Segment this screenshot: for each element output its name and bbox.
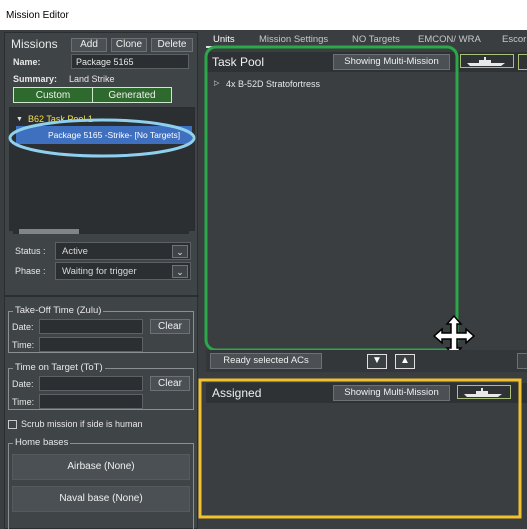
window-title: Mission Editor [0, 0, 527, 30]
clone-button[interactable]: Clone [111, 38, 147, 52]
mission-name-field[interactable]: Package 5165 [71, 54, 189, 69]
scrub-label: Scrub mission if side is human [21, 419, 143, 429]
status-label: Status : [15, 246, 46, 256]
ready-selected-button[interactable]: Ready selected ACs [210, 353, 322, 369]
divider [5, 295, 199, 297]
tot-clear-button[interactable]: Clear [150, 376, 190, 391]
takeoff-time-field[interactable] [39, 337, 143, 352]
chevron-down-icon: ▼ [372, 355, 382, 366]
summary-label: Summary: [13, 74, 58, 84]
takeoff-date-field[interactable] [39, 319, 143, 334]
takeoff-time-group: Take-Off Time (Zulu) Date: Time: Clear [8, 305, 194, 353]
task-pool-extra-button[interactable] [518, 54, 527, 70]
move-down-button[interactable]: ▼ [367, 354, 387, 369]
chevron-down-icon[interactable]: ⌄ [172, 265, 188, 278]
takeoff-date-label: Date: [12, 322, 34, 332]
phase-value: Waiting for trigger [62, 266, 137, 277]
airbase-button[interactable]: Airbase (None) [12, 454, 190, 480]
phase-label: Phase : [15, 266, 46, 276]
missions-heading: Missions [11, 37, 58, 51]
scrub-checkbox[interactable] [8, 420, 17, 429]
status-select[interactable]: Active ⌄ [55, 242, 191, 260]
takeoff-clear-button[interactable]: Clear [150, 319, 190, 334]
takeoff-legend: Take-Off Time (Zulu) [13, 305, 104, 316]
generated-button[interactable]: Generated [92, 87, 172, 103]
phase-select[interactable]: Waiting for trigger ⌄ [55, 262, 191, 280]
blue-highlight-ellipse [8, 118, 196, 158]
delete-button[interactable]: Delete [151, 38, 193, 52]
takeoff-time-label: Time: [12, 340, 35, 350]
scrollbar-thumb[interactable] [19, 229, 79, 234]
tot-time-field[interactable] [39, 394, 143, 409]
tree-scrollbar[interactable] [13, 229, 189, 234]
tab-no-targets[interactable]: NO Targets [352, 34, 400, 45]
status-value: Active [62, 246, 88, 257]
tab-mission-settings[interactable]: Mission Settings [259, 34, 328, 45]
ship-icon [467, 57, 505, 66]
home-bases-legend: Home bases [13, 437, 71, 448]
summary-value: Land Strike [69, 74, 115, 84]
tab-units[interactable]: Units [213, 34, 235, 45]
home-bases-group: Home bases Airbase (None) Naval base (No… [8, 437, 194, 529]
tot-date-label: Date: [12, 379, 34, 389]
tot-date-field[interactable] [39, 376, 143, 391]
custom-button[interactable]: Custom [13, 87, 93, 103]
name-label: Name: [13, 57, 41, 67]
yellow-highlight-box [198, 378, 522, 519]
tot-group: Time on Target (ToT) Date: Time: Clear [8, 362, 194, 410]
chevron-down-icon[interactable]: ⌄ [172, 245, 188, 258]
green-highlight-box [204, 45, 459, 352]
task-pool-ship-button[interactable] [460, 54, 514, 68]
tab-escort[interactable]: Escor [502, 34, 526, 45]
tot-legend: Time on Target (ToT) [13, 362, 105, 373]
chevron-up-icon: ▲ [400, 355, 410, 366]
footer-extra-button[interactable] [517, 353, 527, 369]
tot-time-label: Time: [12, 397, 35, 407]
naval-base-button[interactable]: Naval base (None) [12, 486, 190, 512]
add-button[interactable]: Add [71, 38, 107, 52]
missions-panel: Missions Add Clone Delete Name: Package … [4, 32, 199, 529]
tab-emcon-wra[interactable]: EMCON/ WRA [418, 34, 481, 45]
move-up-button[interactable]: ▲ [395, 354, 415, 369]
